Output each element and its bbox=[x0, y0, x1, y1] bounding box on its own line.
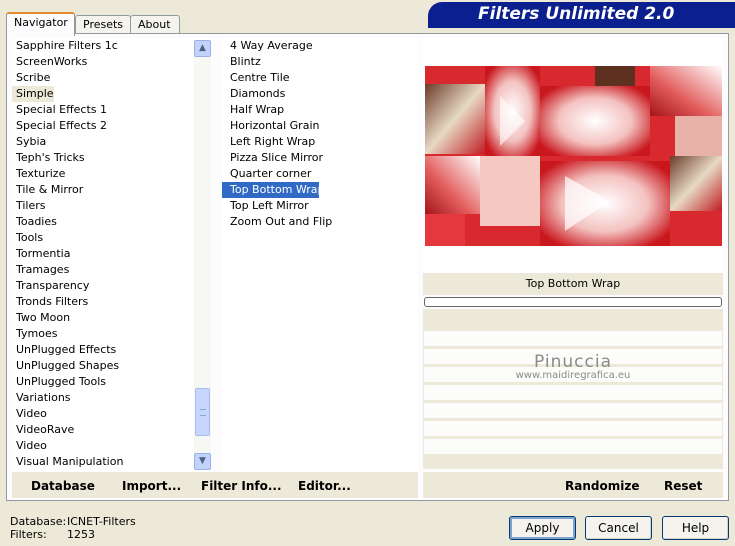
category-list[interactable]: Sapphire Filters 1c ScreenWorks Scribe Simp… bbox=[12, 38, 212, 472]
database-value: ICNET-Filters bbox=[67, 515, 136, 528]
category-item[interactable]: Tormentia bbox=[12, 246, 212, 262]
scroll-down-button[interactable]: ▼ bbox=[194, 453, 211, 470]
category-item[interactable]: Tools bbox=[12, 230, 212, 246]
category-item[interactable]: Transparency bbox=[12, 278, 212, 294]
slider-row[interactable] bbox=[424, 439, 722, 454]
progress-bar bbox=[424, 297, 722, 307]
filter-item[interactable]: Horizontal Grain bbox=[222, 118, 418, 134]
filter-item[interactable]: Blintz bbox=[222, 54, 418, 70]
category-item[interactable]: ScreenWorks bbox=[12, 54, 212, 70]
category-item[interactable]: Video bbox=[12, 406, 212, 422]
cancel-button[interactable]: Cancel bbox=[585, 516, 652, 540]
help-button[interactable]: Help bbox=[662, 516, 729, 540]
apply-button[interactable]: Apply bbox=[509, 516, 576, 540]
filter-item[interactable]: Left Right Wrap bbox=[222, 134, 418, 150]
tab-navigator[interactable]: Navigator bbox=[6, 12, 75, 36]
slider-row[interactable] bbox=[424, 385, 722, 400]
parameter-sliders bbox=[423, 309, 723, 469]
category-item[interactable]: Toadies bbox=[12, 214, 212, 230]
slider-row[interactable] bbox=[424, 331, 722, 346]
database-button[interactable]: Database bbox=[31, 479, 95, 493]
randomize-button[interactable]: Randomize bbox=[565, 479, 639, 493]
filter-list[interactable]: 4 Way Average Blintz Centre Tile Diamonds Ha… bbox=[222, 38, 418, 472]
category-scrollbar[interactable]: ▲ ▼ bbox=[194, 40, 211, 470]
slider-row[interactable] bbox=[424, 421, 722, 436]
status-info: Database:ICNET-Filters Filters: 1253 bbox=[10, 515, 136, 541]
filter-item[interactable]: Zoom Out and Flip bbox=[222, 214, 418, 230]
filter-info-button[interactable]: Filter Info... bbox=[201, 479, 282, 493]
filter-item[interactable]: 4 Way Average bbox=[222, 38, 418, 54]
category-item[interactable]: Special Effects 1 bbox=[12, 102, 212, 118]
category-item[interactable]: Tile & Mirror bbox=[12, 182, 212, 198]
category-item[interactable]: Variations bbox=[12, 390, 212, 406]
category-item[interactable]: Two Moon bbox=[12, 310, 212, 326]
category-item[interactable]: Tronds Filters bbox=[12, 294, 212, 310]
editor-button[interactable]: Editor... bbox=[298, 479, 351, 493]
database-label: Database: bbox=[10, 515, 67, 528]
category-item[interactable]: Simple bbox=[12, 86, 54, 102]
filter-item[interactable]: Centre Tile bbox=[222, 70, 418, 86]
selected-filter-label: Top Bottom Wrap bbox=[423, 273, 723, 295]
tab-presets[interactable]: Presets bbox=[75, 15, 131, 35]
category-item[interactable]: Sapphire Filters 1c bbox=[12, 38, 212, 54]
category-item[interactable]: Teph's Tricks bbox=[12, 150, 212, 166]
category-item[interactable]: UnPlugged Effects bbox=[12, 342, 212, 358]
category-item[interactable]: VideoRave bbox=[12, 422, 212, 438]
filter-item[interactable]: Diamonds bbox=[222, 86, 418, 102]
category-item[interactable]: UnPlugged Tools bbox=[12, 374, 212, 390]
filter-item[interactable]: Top Left Mirror bbox=[222, 198, 418, 214]
category-item[interactable]: Tilers bbox=[12, 198, 212, 214]
category-item[interactable]: UnPlugged Shapes bbox=[12, 358, 212, 374]
preview-image bbox=[425, 66, 722, 246]
category-item[interactable]: Tymoes bbox=[12, 326, 212, 342]
tab-about[interactable]: About bbox=[130, 15, 180, 35]
category-item[interactable]: Video bbox=[12, 438, 212, 454]
watermark-site: www.maidiregrafica.eu bbox=[515, 370, 631, 381]
banner-underline bbox=[428, 26, 735, 28]
filters-label: Filters: bbox=[10, 528, 47, 541]
app-title-banner: Filters Unlimited 2.0 bbox=[428, 2, 735, 26]
category-item[interactable]: Visual Manipulation bbox=[12, 454, 212, 470]
scroll-thumb[interactable] bbox=[195, 388, 210, 436]
filter-item[interactable]: Quarter corner bbox=[222, 166, 418, 182]
category-item[interactable]: Scribe bbox=[12, 70, 212, 86]
category-item[interactable]: Texturize bbox=[12, 166, 212, 182]
reset-button[interactable]: Reset bbox=[664, 479, 702, 493]
import-button[interactable]: Import... bbox=[122, 479, 181, 493]
filters-count: 1253 bbox=[67, 528, 95, 541]
watermark: Pinuccia www.maidiregrafica.eu bbox=[423, 352, 723, 381]
filter-item[interactable]: Pizza Slice Mirror bbox=[222, 150, 418, 166]
slider-row[interactable] bbox=[424, 403, 722, 418]
filter-item[interactable]: Top Bottom Wrap bbox=[222, 182, 325, 198]
category-item[interactable]: Sybia bbox=[12, 134, 212, 150]
category-item[interactable]: Special Effects 2 bbox=[12, 118, 212, 134]
scroll-up-button[interactable]: ▲ bbox=[194, 40, 211, 57]
filter-item[interactable]: Half Wrap bbox=[222, 102, 418, 118]
category-item[interactable]: Tramages bbox=[12, 262, 212, 278]
watermark-name: Pinuccia bbox=[534, 352, 612, 372]
